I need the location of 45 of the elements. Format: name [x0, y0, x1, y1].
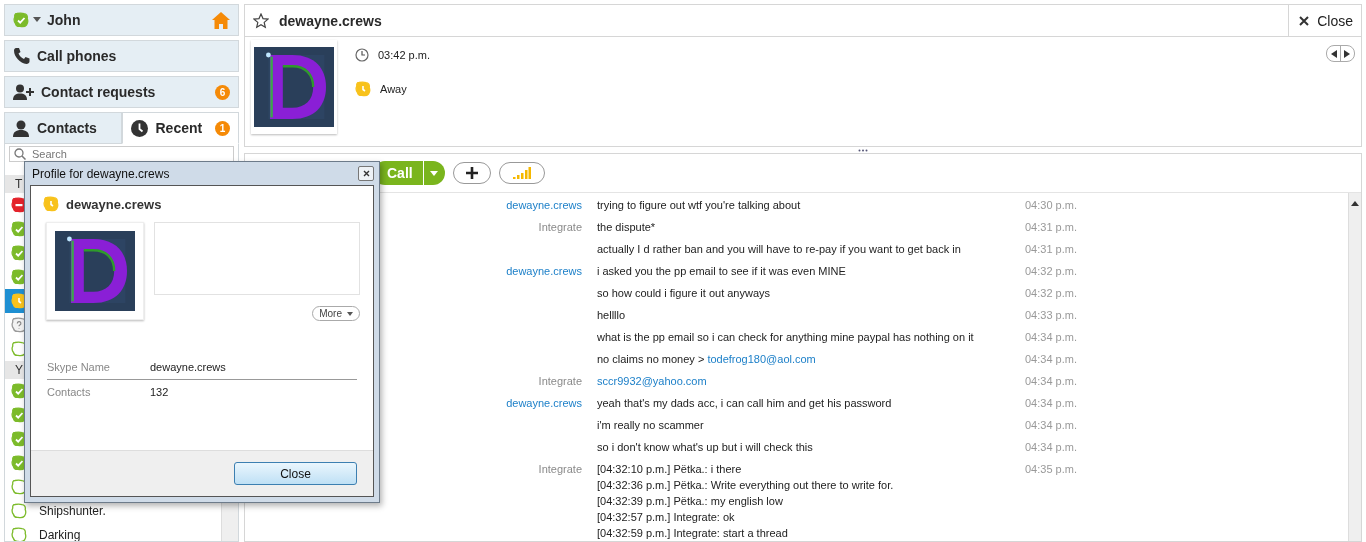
sender-name: Integrate [538, 463, 582, 475]
message-text: hellllo [597, 308, 627, 323]
message-text: no claims no money > todefrog180@aol.com [597, 352, 817, 367]
message-text: i asked you the pp email to see if it was even MINE [597, 264, 847, 279]
count-badge: 1 [215, 120, 230, 136]
contact-name: dewayne.crews [66, 196, 162, 212]
message-text: yeah that's my dads acc, i can call him and get his password [597, 396, 893, 411]
message-text: actually I d rather ban and you will have to re-pay if you want to get back in [597, 242, 962, 257]
message-time: 04:30 p.m. [1025, 199, 1077, 211]
message-time: 04:31 p.m. [1025, 221, 1077, 233]
message-time: 04:35 p.m. [1025, 463, 1077, 475]
field-label: Skype Name [47, 361, 111, 373]
message-text: [04:32:10 p.m.] Pëtka.: i there [597, 462, 743, 477]
sender-name: Integrate [538, 221, 582, 233]
message-text: [04:32:59 p.m.] Integrate: start a thread [597, 526, 789, 541]
message-text: so i don't know what's up but i will check this [597, 440, 814, 455]
message-text: so how could i figure it out anyways [597, 286, 772, 301]
message-time: 04:32 p.m. [1025, 287, 1077, 299]
message-time: 04:32 p.m. [1025, 265, 1077, 277]
count-badge: 6 [215, 84, 230, 100]
status-text: Away [380, 83, 407, 95]
field-label: Contacts [47, 386, 92, 398]
message-text: the dispute* [597, 220, 657, 235]
account-name: John [47, 12, 81, 28]
field-value: 132 [150, 386, 169, 398]
message-time: 04:34 p.m. [1025, 331, 1077, 343]
sender-name: dewayne.crews [506, 397, 582, 409]
contact-name: dewayne.crews [279, 12, 382, 29]
message-text: trying to figure out wtf you're talking about [597, 198, 802, 213]
sender-name: dewayne.crews [506, 199, 582, 211]
message-time: 04:31 p.m. [1025, 243, 1077, 255]
message-text: [04:32:36 p.m.] Pëtka.: Write everything out there to write for. [597, 478, 895, 493]
message-text: what is the pp email so i can check for anything mine paypal has nothing on it [597, 330, 975, 345]
sender-name: dewayne.crews [506, 265, 582, 277]
local-time: 03:42 p.m. [378, 49, 430, 61]
message-time: 04:33 p.m. [1025, 309, 1077, 321]
message-text: [04:32:57 p.m.] Integrate: ok [597, 510, 736, 525]
message-text: [04:32:39 p.m.] Pëtka.: my english low [597, 494, 784, 509]
message-text: i'm really no scammer [597, 418, 705, 433]
message-time: 04:34 p.m. [1025, 353, 1077, 365]
message-time: 04:34 p.m. [1025, 375, 1077, 387]
message-time: 04:34 p.m. [1025, 441, 1077, 453]
message-time: 04:34 p.m. [1025, 419, 1077, 431]
sender-name: Integrate [538, 375, 582, 387]
message-time: 04:34 p.m. [1025, 397, 1077, 409]
